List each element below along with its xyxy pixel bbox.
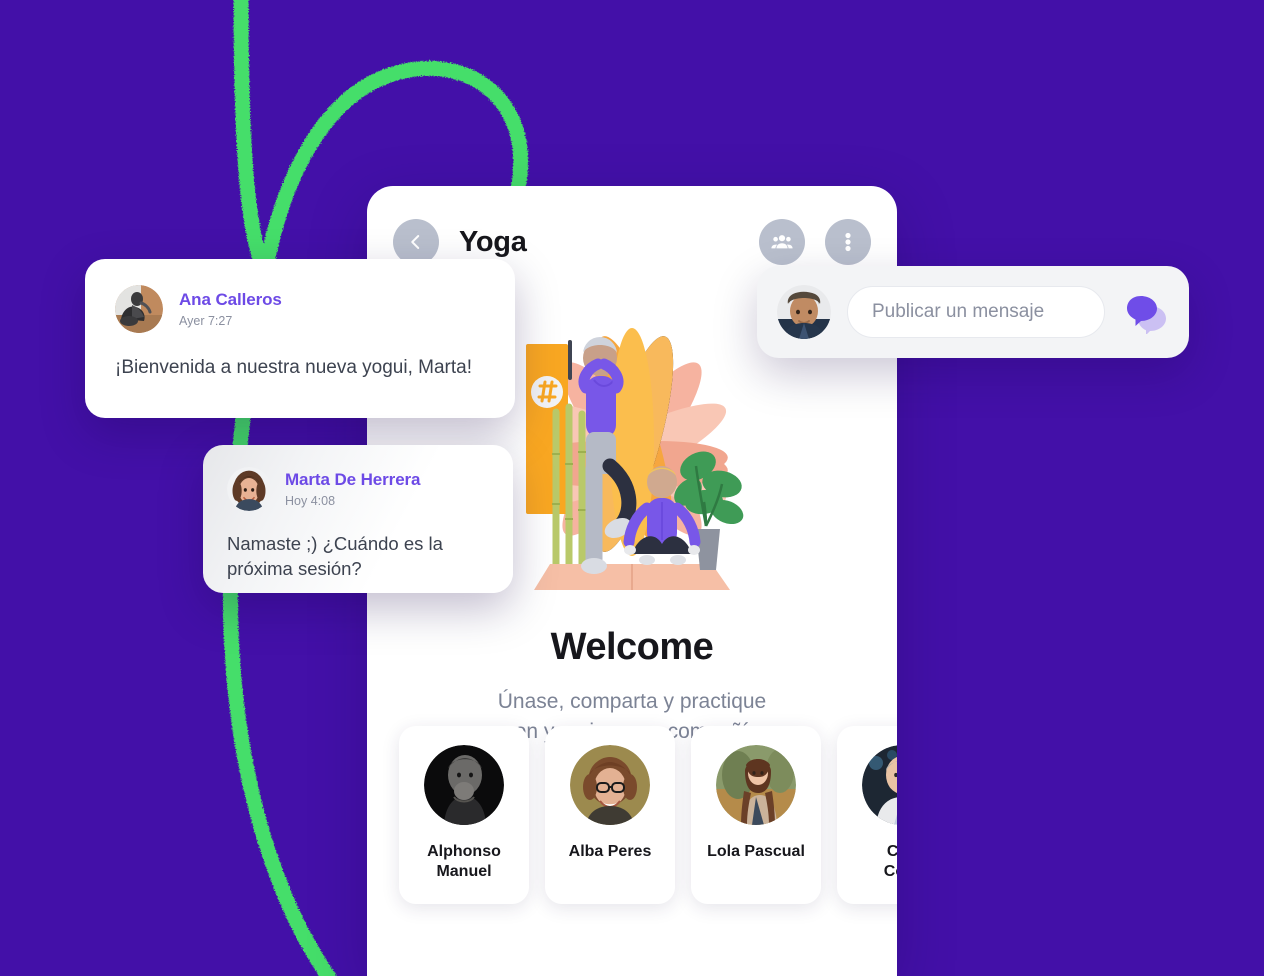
- avatar: [227, 467, 271, 511]
- message-author: Ana Calleros: [179, 289, 282, 309]
- member-name-line1: Alba Peres: [568, 843, 652, 860]
- message-text: ¡Bienvenida a nuestra nueva yogui, Marta…: [115, 357, 472, 378]
- message-author: Marta De Herrera: [285, 469, 421, 489]
- avatar-clinica: [862, 745, 897, 825]
- message-meta: Ana Calleros Ayer 7:27: [179, 290, 282, 329]
- member-card[interactable]: Lola Pascual: [691, 726, 821, 904]
- avatar-ana: [115, 285, 163, 333]
- member-name-line2: Cont: [883, 863, 897, 881]
- people-group-icon: [771, 235, 793, 249]
- message-card-marta[interactable]: Marta De Herrera Hoy 4:08 Namaste ;) ¿Cu…: [203, 445, 513, 593]
- avatar: [115, 285, 163, 333]
- member-name: Lola Pascual: [701, 842, 811, 862]
- welcome-heading: Welcome: [550, 626, 714, 668]
- members-button[interactable]: Members: [759, 219, 805, 265]
- member-name: Alphonso Manuel: [409, 842, 519, 883]
- member-name-line1: Alphonso: [427, 843, 501, 860]
- welcome-subtitle-line1: Únase, comparta y practique: [497, 690, 767, 713]
- avatar: [862, 745, 897, 825]
- yoga-3d-illustration: [526, 328, 744, 590]
- avatar: [716, 745, 796, 825]
- avatar-current-user: [777, 285, 831, 339]
- canvas: Back Yoga Members: [0, 0, 1264, 976]
- avatar-alphonso: [424, 745, 504, 825]
- message-composer: Publicar un mensaje Publicar: [757, 266, 1189, 358]
- avatar-marta: [227, 467, 271, 511]
- page-title: Yoga: [459, 225, 527, 258]
- member-name-line1: Clín: [886, 843, 897, 860]
- chevron-left-icon: [411, 235, 420, 249]
- avatar-lola: [716, 745, 796, 825]
- avatar-alba: [570, 745, 650, 825]
- avatar: [570, 745, 650, 825]
- message-meta: Marta De Herrera Hoy 4:08: [285, 469, 421, 509]
- message-header: Marta De Herrera Hoy 4:08: [227, 467, 489, 511]
- message-timestamp: Ayer 7:27: [179, 314, 233, 329]
- more-options-button[interactable]: More options: [825, 219, 871, 265]
- message-input[interactable]: Publicar un mensaje: [847, 286, 1105, 338]
- message-timestamp: Hoy 4:08: [285, 494, 336, 509]
- members-list: Alphonso Manuel Alba Peres Lola Pascual …: [399, 726, 897, 904]
- member-name-line1: Lola Pascual: [707, 843, 805, 860]
- message-header: Ana Calleros Ayer 7:27: [115, 285, 485, 333]
- member-name-line2: Manuel: [436, 863, 492, 881]
- chat-bubble-icon: [1127, 296, 1166, 334]
- avatar: [777, 285, 831, 339]
- member-card[interactable]: Alphonso Manuel: [399, 726, 529, 904]
- post-message-button[interactable]: Publicar: [1121, 288, 1169, 336]
- member-name: Clín Cont: [847, 842, 897, 883]
- member-name: Alba Peres: [555, 842, 665, 862]
- member-card[interactable]: Alba Peres: [545, 726, 675, 904]
- message-card-ana[interactable]: Ana Calleros Ayer 7:27 ¡Bienvenida a nue…: [85, 259, 515, 418]
- member-card[interactable]: Clín Cont: [837, 726, 897, 904]
- header-actions: Members More options: [759, 219, 871, 265]
- dots-vertical-icon: [845, 232, 851, 252]
- message-text: Namaste ;) ¿Cuándo es la próxima sesión?: [227, 533, 443, 580]
- avatar: [424, 745, 504, 825]
